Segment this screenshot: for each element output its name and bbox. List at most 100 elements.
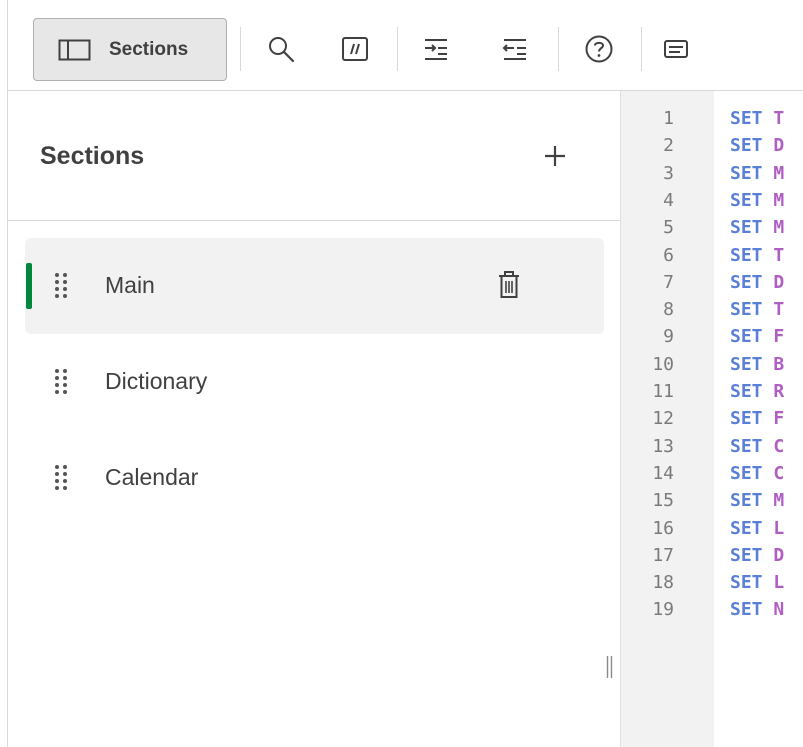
script-editor[interactable]: 1 2 3 4 5 6 7 8 9 10 11 12 13 14 15 16 17 18 19 SET T SET D… bbox=[620, 91, 803, 747]
section-item-label: Dictionary bbox=[105, 368, 208, 394]
panel-resize-handle[interactable] bbox=[606, 654, 613, 680]
active-indicator bbox=[26, 263, 32, 309]
code-line[interactable]: SET T bbox=[730, 299, 784, 320]
sections-panel-title: Sections bbox=[40, 142, 145, 170]
line-number-gutter: 1 2 3 4 5 6 7 8 9 10 11 12 13 14 15 16 17 18 19 bbox=[620, 91, 714, 747]
line-number: 12 bbox=[652, 408, 674, 430]
indent-icon bbox=[425, 39, 447, 60]
code-line[interactable]: SET D bbox=[730, 135, 784, 156]
line-number: 11 bbox=[652, 381, 674, 402]
code-line[interactable]: SET M bbox=[730, 490, 784, 511]
identifier-token: F bbox=[773, 326, 785, 348]
editor-toolbar: Sections bbox=[8, 0, 803, 91]
sections-toggle-button[interactable]: Sections bbox=[33, 18, 227, 81]
identifier-token: M bbox=[773, 162, 785, 184]
search-icon bbox=[269, 37, 295, 63]
keyword-token: SET bbox=[730, 271, 763, 293]
data-load-editor: Sections Sections Main Dictionary Calend… bbox=[7, 0, 803, 747]
keyboard-shortcuts-icon bbox=[664, 40, 688, 58]
code-line[interactable]: SET C bbox=[730, 463, 784, 484]
indent-button[interactable] bbox=[416, 29, 456, 69]
line-number: 7 bbox=[663, 271, 674, 293]
line-number: 6 bbox=[663, 244, 674, 266]
line-number: 3 bbox=[663, 162, 674, 184]
line-number: 18 bbox=[652, 572, 674, 594]
code-line[interactable]: SET C bbox=[730, 436, 784, 457]
identifier-token: N bbox=[773, 599, 785, 621]
drag-handle-icon[interactable] bbox=[54, 272, 68, 298]
code-line[interactable]: SET T bbox=[730, 108, 784, 129]
plus-icon bbox=[545, 146, 565, 166]
code-line[interactable]: SET F bbox=[730, 408, 784, 429]
keyword-token: SET bbox=[730, 517, 763, 539]
identifier-token: F bbox=[773, 408, 785, 430]
keyword-token: SET bbox=[730, 108, 763, 129]
keyword-token: SET bbox=[730, 408, 763, 430]
sections-panel: Sections Main Dictionary Calendar bbox=[8, 91, 620, 747]
code-line[interactable]: SET B bbox=[730, 354, 784, 375]
line-number: 4 bbox=[663, 189, 674, 211]
toolbar-separator bbox=[641, 27, 642, 71]
identifier-token: D bbox=[773, 271, 785, 293]
keyword-token: SET bbox=[730, 462, 763, 484]
section-item-main[interactable]: Main bbox=[25, 238, 604, 334]
keyword-token: SET bbox=[730, 490, 763, 512]
line-number: 1 bbox=[663, 108, 674, 129]
code-line[interactable]: SET M bbox=[730, 190, 784, 211]
toolbar-separator bbox=[558, 27, 559, 71]
line-number: 19 bbox=[652, 599, 674, 621]
keyword-token: SET bbox=[730, 217, 763, 239]
identifier-token: B bbox=[773, 353, 785, 375]
code-line[interactable]: SET N bbox=[730, 599, 784, 620]
code-line[interactable]: SET M bbox=[730, 163, 784, 184]
keyword-token: SET bbox=[730, 435, 763, 457]
comment-icon bbox=[342, 37, 368, 61]
code-line[interactable]: SET D bbox=[730, 272, 784, 293]
identifier-token: T bbox=[773, 108, 785, 129]
code-line[interactable]: SET R bbox=[730, 381, 784, 402]
keyboard-shortcuts-button[interactable] bbox=[656, 29, 696, 69]
line-number: 13 bbox=[652, 435, 674, 457]
comment-toggle-button[interactable] bbox=[335, 29, 375, 69]
drag-handle-icon[interactable] bbox=[54, 368, 68, 394]
identifier-token: D bbox=[773, 544, 785, 566]
code-line[interactable]: SET L bbox=[730, 572, 784, 593]
keyword-token: SET bbox=[730, 599, 763, 621]
keyword-token: SET bbox=[730, 381, 763, 402]
section-item-dictionary[interactable]: Dictionary bbox=[25, 334, 604, 430]
panel-icon bbox=[58, 39, 91, 60]
identifier-token: T bbox=[773, 299, 785, 321]
help-button[interactable] bbox=[579, 29, 619, 69]
keyword-token: SET bbox=[730, 244, 763, 266]
code-line[interactable]: SET F bbox=[730, 326, 784, 347]
identifier-token: L bbox=[773, 572, 785, 594]
keyword-token: SET bbox=[730, 353, 763, 375]
add-section-button[interactable] bbox=[535, 136, 575, 176]
identifier-token: M bbox=[773, 189, 785, 211]
identifier-token: T bbox=[773, 244, 785, 266]
section-item-calendar[interactable]: Calendar bbox=[25, 430, 604, 526]
toolbar-separator bbox=[240, 27, 241, 71]
sections-toggle-label: Sections bbox=[109, 38, 189, 60]
identifier-token: C bbox=[773, 435, 785, 457]
line-number: 17 bbox=[652, 544, 674, 566]
identifier-token: R bbox=[773, 381, 785, 402]
line-number: 15 bbox=[652, 490, 674, 512]
code-area[interactable]: SET T SET D SET M SET M SET M SET T SET D SET T… bbox=[714, 91, 803, 747]
code-line[interactable]: SET D bbox=[730, 545, 784, 566]
line-number: 2 bbox=[663, 135, 674, 157]
drag-handle-icon[interactable] bbox=[54, 464, 68, 490]
identifier-token: M bbox=[773, 490, 785, 512]
outdent-button[interactable] bbox=[495, 29, 535, 69]
section-item-label: Main bbox=[105, 272, 155, 298]
code-line[interactable]: SET M bbox=[730, 217, 784, 238]
search-button[interactable] bbox=[261, 29, 301, 69]
trash-icon[interactable] bbox=[497, 268, 521, 300]
code-line[interactable]: SET L bbox=[730, 518, 784, 539]
keyword-token: SET bbox=[730, 572, 763, 594]
line-number: 14 bbox=[652, 462, 674, 484]
sections-panel-header: Sections bbox=[8, 91, 620, 221]
code-line[interactable]: SET T bbox=[730, 245, 784, 266]
identifier-token: D bbox=[773, 135, 785, 157]
identifier-token: C bbox=[773, 462, 785, 484]
